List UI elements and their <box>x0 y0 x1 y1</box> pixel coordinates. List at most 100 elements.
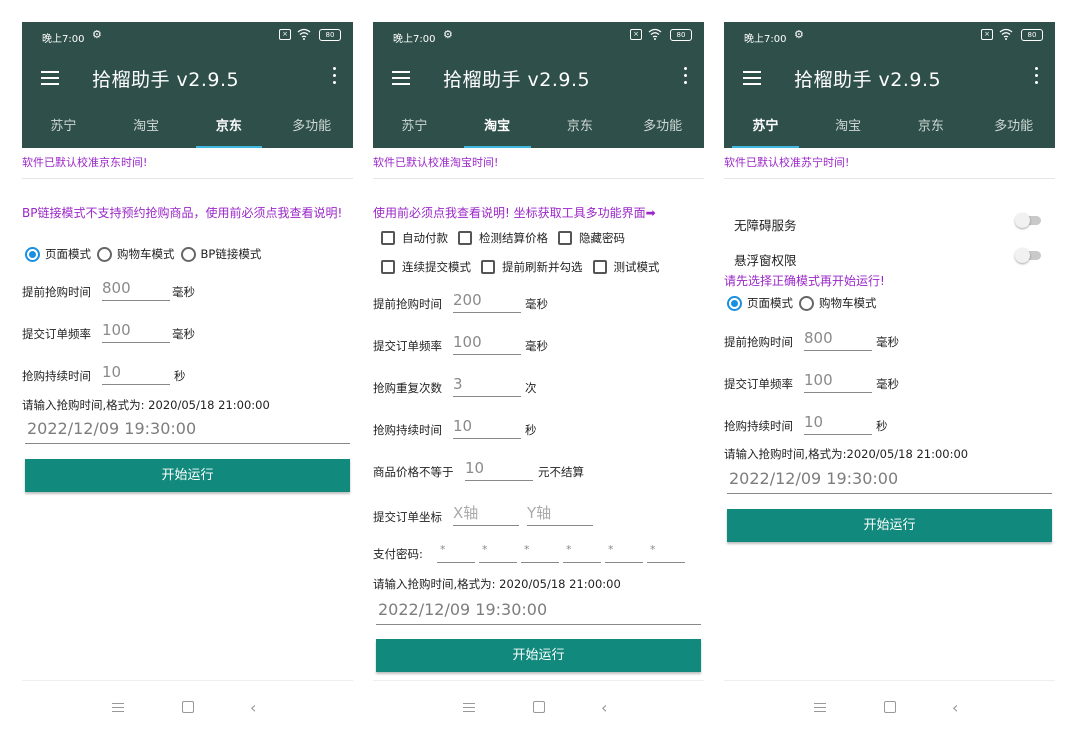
tab-taobao[interactable]: 淘宝 <box>456 112 539 148</box>
phone-suning: 晚上7:00 ⚙ × 80 拾榴助手 v2.9.5 苏宁 淘宝 京东 多功能 软… <box>724 22 1055 740</box>
advance-time-input[interactable]: 800 <box>804 328 872 351</box>
advance-time-input[interactable]: 800 <box>102 278 170 301</box>
battery-icon: 80 <box>319 29 341 41</box>
check-price-label: 检测结算价格 <box>479 231 548 245</box>
radio-cart-mode-label: 购物车模式 <box>117 247 175 261</box>
price-filter-unit: 元不结算 <box>538 465 584 479</box>
tab-suning[interactable]: 苏宁 <box>724 112 807 148</box>
password-digit-5[interactable]: * <box>605 540 643 563</box>
tab-bar: 苏宁 淘宝 京东 多功能 <box>22 112 353 148</box>
radio-page-mode-label: 页面模式 <box>747 296 793 310</box>
nav-back-icon[interactable]: ‹ <box>250 698 256 717</box>
coord-x-input[interactable]: X轴 <box>453 503 519 526</box>
submit-frequency-input[interactable]: 100 <box>102 320 170 343</box>
repeat-count-input[interactable]: 3 <box>453 374 521 397</box>
pre-refresh-checkbox[interactable] <box>481 260 495 274</box>
radio-page-mode[interactable] <box>727 295 742 311</box>
start-button[interactable]: 开始运行 <box>727 509 1052 542</box>
status-time: 晚上7:00 <box>42 34 85 45</box>
password-digit-6[interactable]: * <box>647 540 685 563</box>
duration-input[interactable]: 10 <box>804 412 872 435</box>
password-digit-2[interactable]: * <box>479 540 517 563</box>
nav-menu-icon[interactable] <box>112 703 124 712</box>
nav-home-icon[interactable] <box>884 701 896 713</box>
datetime-input[interactable]: 2022/12/09 19:30:00 <box>25 418 350 444</box>
coord-y-input[interactable]: Y轴 <box>527 503 593 526</box>
hamburger-menu-icon[interactable] <box>392 71 410 85</box>
submit-frequency-label: 提交订单频率 <box>22 327 91 341</box>
tab-multi[interactable]: 多功能 <box>270 112 353 148</box>
more-options-icon[interactable] <box>1035 67 1039 87</box>
duration-label: 抢购持续时间 <box>373 423 442 437</box>
battery-icon: 80 <box>1021 29 1043 41</box>
tab-jd[interactable]: 京东 <box>539 112 622 148</box>
status-bar: 晚上7:00 ⚙ × 80 <box>373 22 704 50</box>
hamburger-menu-icon[interactable] <box>743 71 761 85</box>
nav-menu-icon[interactable] <box>463 703 475 712</box>
nav-menu-icon[interactable] <box>814 703 826 712</box>
tab-jd[interactable]: 京东 <box>188 112 271 148</box>
nav-home-icon[interactable] <box>533 701 545 713</box>
mode-radio-group: 页面模式 购物车模式 <box>727 295 883 311</box>
more-options-icon[interactable] <box>684 67 688 87</box>
advance-time-label: 提前抢购时间 <box>22 285 91 299</box>
alarm-icon: ⚙ <box>443 28 453 41</box>
tab-multi[interactable]: 多功能 <box>621 112 704 148</box>
wifi-icon <box>297 28 311 40</box>
app-title: 拾榴助手 v2.9.5 <box>794 69 942 91</box>
repeat-count-unit: 次 <box>525 381 537 395</box>
overlay-toggle[interactable] <box>1015 248 1043 263</box>
password-digit-4[interactable]: * <box>563 540 601 563</box>
nav-back-icon[interactable]: ‹ <box>601 698 607 717</box>
price-filter-input[interactable]: 10 <box>465 458 533 481</box>
calibration-notice: 软件已默认校准京东时间! <box>22 148 353 179</box>
advance-time-unit: 毫秒 <box>876 335 899 349</box>
start-button[interactable]: 开始运行 <box>25 459 350 492</box>
tab-taobao[interactable]: 淘宝 <box>807 112 890 148</box>
submit-frequency-unit: 毫秒 <box>876 377 899 391</box>
app-bar: 晚上7:00 ⚙ × 80 拾榴助手 v2.9.5 苏宁 淘宝 京东 多功能 <box>22 22 353 148</box>
tab-jd[interactable]: 京东 <box>890 112 973 148</box>
hamburger-menu-icon[interactable] <box>41 71 59 85</box>
radio-cart-mode[interactable] <box>97 246 112 262</box>
more-options-icon[interactable] <box>333 67 337 87</box>
nav-back-icon[interactable]: ‹ <box>952 698 958 717</box>
password-digit-3[interactable]: * <box>521 540 559 563</box>
submit-frequency-input[interactable]: 100 <box>804 370 872 393</box>
system-nav-bar: ‹ <box>373 680 704 740</box>
check-price-checkbox[interactable] <box>458 231 472 245</box>
hide-password-checkbox[interactable] <box>558 231 572 245</box>
mode-radio-group: 页面模式 购物车模式 BP链接模式 <box>25 246 267 262</box>
radio-cart-mode[interactable] <box>799 295 814 311</box>
submit-frequency-label: 提交订单频率 <box>373 339 442 353</box>
password-digit-1[interactable]: * <box>437 540 475 563</box>
accessibility-toggle[interactable] <box>1015 213 1043 228</box>
tab-multi[interactable]: 多功能 <box>972 112 1055 148</box>
auto-pay-checkbox[interactable] <box>381 231 395 245</box>
submit-frequency-input[interactable]: 100 <box>453 332 521 355</box>
submit-frequency-unit: 毫秒 <box>525 339 548 353</box>
calibration-notice: 软件已默认校准苏宁时间! <box>724 148 1055 179</box>
system-nav-bar: ‹ <box>22 680 353 740</box>
app-title: 拾榴助手 v2.9.5 <box>92 69 240 91</box>
pre-refresh-label: 提前刷新并勾选 <box>502 260 583 274</box>
tab-suning[interactable]: 苏宁 <box>22 112 105 148</box>
datetime-input[interactable]: 2022/12/09 19:30:00 <box>727 468 1052 494</box>
duration-input[interactable]: 10 <box>453 416 521 439</box>
tab-bar: 苏宁 淘宝 京东 多功能 <box>724 112 1055 148</box>
system-nav-bar: ‹ <box>724 680 1055 740</box>
duration-input[interactable]: 10 <box>102 362 170 385</box>
tab-suning[interactable]: 苏宁 <box>373 112 456 148</box>
help-warning-link[interactable]: 使用前必须点我查看说明! 坐标获取工具多功能界面➡ <box>373 206 704 220</box>
phone-taobao: 晚上7:00 ⚙ × 80 拾榴助手 v2.9.5 苏宁 淘宝 京东 多功能 软… <box>373 22 704 740</box>
help-warning-link[interactable]: BP链接模式不支持预约抢购商品，使用前必须点我查看说明! <box>22 206 350 220</box>
datetime-input[interactable]: 2022/12/09 19:30:00 <box>376 599 701 625</box>
continuous-submit-checkbox[interactable] <box>381 260 395 274</box>
radio-page-mode[interactable] <box>25 246 40 262</box>
start-button[interactable]: 开始运行 <box>376 639 701 672</box>
nav-home-icon[interactable] <box>182 701 194 713</box>
tab-taobao[interactable]: 淘宝 <box>105 112 188 148</box>
test-mode-checkbox[interactable] <box>592 260 607 274</box>
radio-bp-mode[interactable] <box>180 246 196 262</box>
advance-time-input[interactable]: 200 <box>453 290 521 313</box>
